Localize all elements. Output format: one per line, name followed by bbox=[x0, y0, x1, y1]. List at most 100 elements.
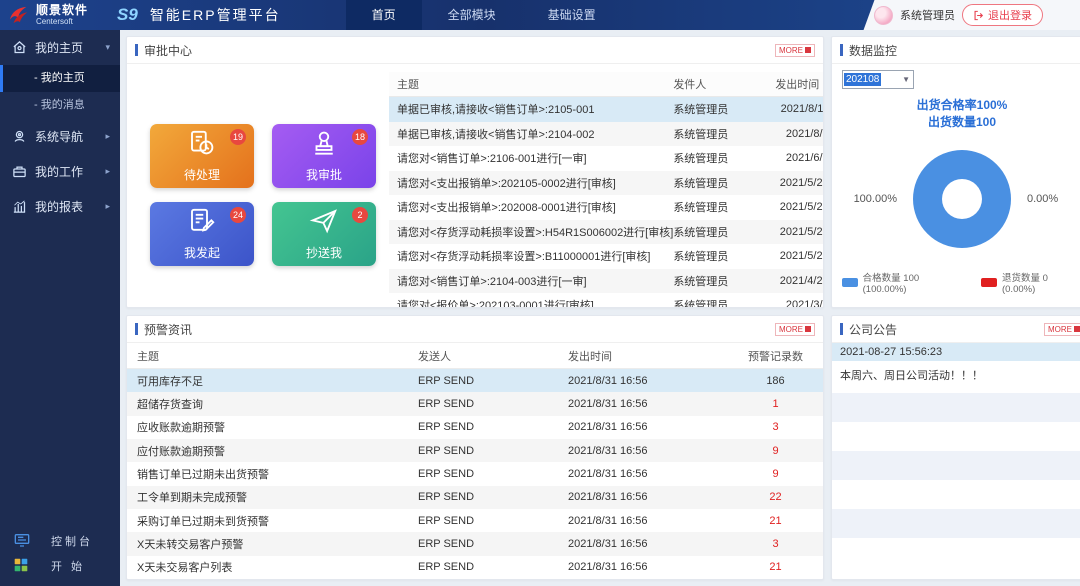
approval-tile-我发起[interactable]: 我发起 24 bbox=[150, 201, 254, 266]
sidebar-footer-item[interactable]: 控制台 bbox=[0, 528, 120, 553]
approval-table: 主题 发件人 发出时间 单据已审核,请接收<销售订单>:2105-001 系统管理员 2… bbox=[389, 72, 824, 308]
approval-row[interactable]: 请您对<存货浮动耗损率设置>:H54R1S006002进行[审核] 系统管理员 20… bbox=[389, 219, 824, 244]
alert-row-sender: ERP SEND bbox=[418, 514, 475, 527]
nav-tab-1[interactable]: 首页 bbox=[345, 0, 422, 30]
alert-row-count: 21 bbox=[769, 514, 782, 527]
chart-title-line2: 出货数量100 bbox=[927, 115, 997, 130]
alert-row-subject: X天未交易客户列表 bbox=[137, 562, 233, 575]
more-icon bbox=[805, 47, 811, 53]
pending-icon bbox=[187, 128, 217, 163]
column-header: 主题 bbox=[397, 79, 419, 91]
nav-tab-3[interactable]: 基础设置 bbox=[522, 0, 622, 30]
tile-count-badge: 18 bbox=[351, 128, 368, 145]
approval-row-time: 2021/3/3 12:00 bbox=[785, 299, 823, 308]
approval-row[interactable]: 单据已审核,请接收<销售订单>:2105-001 系统管理员 2021/8/14 1… bbox=[389, 97, 823, 122]
alerts-more-link[interactable]: MORE bbox=[775, 322, 815, 336]
sidebar-footer: 控制台开 始 bbox=[0, 528, 120, 578]
sidebar-subitem[interactable]: - 我的主页 bbox=[0, 65, 120, 92]
approval-tile-抄送我[interactable]: 抄送我 2 bbox=[272, 201, 376, 266]
alert-row-sender: ERP SEND bbox=[418, 397, 475, 410]
chevron-down-icon: ▾ bbox=[105, 42, 110, 52]
sidebar-footer-item[interactable]: 开 始 bbox=[0, 553, 120, 578]
empty-row bbox=[832, 480, 1080, 509]
sidebar-item[interactable]: 系统导航 ▸ bbox=[0, 119, 120, 154]
column-header: 主题 bbox=[137, 350, 159, 363]
alert-row-time: 2021/8/31 16:56 bbox=[568, 561, 648, 574]
alert-row[interactable]: X天未转交易客户预警 ERP SEND 2021/8/31 16:56 3 bbox=[127, 532, 823, 556]
approval-table-header: 主题 发件人 发出时间 bbox=[389, 72, 823, 97]
alert-row[interactable]: 超储存货查询 ERP SEND 2021/8/31 16:56 1 bbox=[127, 392, 823, 416]
approval-row[interactable]: 请您对<支出报销单>:202105-0002进行[审核] 系统管理员 2021/5/… bbox=[389, 170, 824, 195]
empty-row bbox=[832, 393, 1080, 422]
empty-row bbox=[832, 451, 1080, 480]
start-icon bbox=[14, 558, 29, 573]
chart-legend: 合格数量 100 (100.00%) 退货数量 0 (0.00%) bbox=[842, 266, 1080, 301]
approval-row[interactable]: 请您对<报价单>:202103-0001进行[审核] 系统管理员 2021/3/3 … bbox=[389, 293, 823, 308]
approval-row-time: 2021/5/21 16:13 bbox=[779, 225, 824, 238]
sidebar-item[interactable]: 我的工作 ▸ bbox=[0, 154, 120, 189]
approval-row-sender: 系统管理员 bbox=[673, 226, 729, 239]
sidebar-item-label: 我的主页 bbox=[35, 41, 84, 55]
alert-row[interactable]: 工令单到期未完成预警 ERP SEND 2021/8/31 16:56 22 bbox=[127, 485, 823, 509]
approval-row[interactable]: 请您对<销售订单>:2106-001进行[一审] 系统管理员 2021/6/5 14… bbox=[389, 146, 823, 171]
approval-row-subject: 请您对<存货浮动耗损率设置>:B11000001进行[审核] bbox=[397, 251, 651, 264]
alert-row[interactable]: 采购订单已过期未到货预警 ERP SEND 2021/8/31 16:56 21 bbox=[127, 509, 823, 532]
approval-tile-待处理[interactable]: 待处理 19 bbox=[150, 123, 254, 188]
approval-row-sender: 系统管理员 bbox=[673, 251, 729, 264]
sidebar-item-label: 我的报表 bbox=[35, 200, 84, 214]
chart-title: 出货合格率100% 出货数量100 bbox=[842, 97, 1080, 132]
alert-row-subject: 采购订单已过期未到货预警 bbox=[137, 515, 269, 528]
alert-row-count: 3 bbox=[772, 537, 779, 550]
sidebar-subitem[interactable]: - 我的消息 bbox=[0, 92, 120, 119]
column-header: 发出时间 bbox=[775, 79, 820, 91]
monitor-panel-title: 数据监控 bbox=[849, 43, 898, 58]
alert-row[interactable]: 销售订单已过期未出货预警 ERP SEND 2021/8/31 16:56 9 bbox=[127, 462, 823, 485]
approval-row[interactable]: 单据已审核,请接收<销售订单>:2104-002 系统管理员 2021/8/5 16… bbox=[389, 121, 823, 146]
approval-row-subject: 请您对<销售订单>:2106-001进行[一审] bbox=[397, 153, 587, 166]
period-selected-value: 202108 bbox=[844, 73, 882, 86]
send-icon bbox=[309, 206, 339, 241]
alert-row[interactable]: X天未交易客户列表 ERP SEND 2021/8/31 16:56 21 bbox=[127, 556, 823, 579]
alert-row-time: 2021/8/31 16:56 bbox=[568, 491, 648, 504]
announcement-date[interactable]: 2021-08-27 15:56:23 bbox=[832, 343, 1080, 361]
more-label: MORE bbox=[779, 324, 803, 334]
alert-row-time: 2021/8/31 16:56 bbox=[568, 374, 648, 387]
alert-row-sender: ERP SEND bbox=[418, 491, 475, 504]
approval-tiles: 待处理 19 我审批 18 我发起 24 抄送我 2 bbox=[137, 72, 389, 307]
approval-more-link[interactable]: MORE bbox=[775, 43, 815, 57]
approval-tile-我审批[interactable]: 我审批 18 bbox=[272, 123, 376, 188]
alert-row[interactable]: 应收账款逾期预警 ERP SEND 2021/8/31 16:56 3 bbox=[127, 416, 823, 439]
tile-label: 待处理 bbox=[183, 168, 220, 183]
alert-row[interactable]: 应付账款逾期预警 ERP SEND 2021/8/31 16:56 9 bbox=[127, 438, 823, 463]
approval-row[interactable]: 请您对<支出报销单>:202008-0001进行[审核] 系统管理员 2021/5/… bbox=[389, 195, 823, 220]
logo-text-cn: 顺景软件 bbox=[36, 3, 89, 17]
alert-row[interactable]: 可用库存不足 ERP SEND 2021/8/31 16:56 186 bbox=[127, 369, 823, 393]
alert-row-subject: X天未转交易客户预警 bbox=[137, 538, 244, 551]
approval-row[interactable]: 请您对<存货浮动耗损率设置>:B11000001进行[审核] 系统管理员 2021/… bbox=[389, 244, 823, 269]
stamp-icon bbox=[309, 128, 339, 163]
user-avatar[interactable] bbox=[874, 5, 893, 25]
approval-row-time: 2021/5/22 17:41 bbox=[779, 176, 824, 189]
sidebar: 我的主页 ▾ - 我的主页 - 我的消息 系统导航 ▸ 我的工作 ▸ 我的报表 ▸ 控制台开 始 bbox=[0, 30, 120, 586]
more-label: MORE bbox=[779, 45, 803, 55]
chevron-right-icon: ▸ bbox=[105, 166, 110, 176]
alert-row-time: 2021/8/31 16:56 bbox=[568, 397, 648, 410]
alert-row-count: 9 bbox=[772, 444, 779, 457]
tile-count-badge: 2 bbox=[352, 206, 368, 223]
sidebar-item[interactable]: 我的主页 ▾ bbox=[0, 30, 120, 65]
empty-row bbox=[832, 422, 1080, 451]
period-select[interactable]: 202108 ▼ bbox=[842, 70, 914, 89]
approval-row-subject: 请您对<支出报销单>:202008-0001进行[审核] bbox=[397, 202, 616, 215]
empty-row bbox=[832, 509, 1080, 538]
sidebar-footer-label: 控制台 bbox=[51, 535, 93, 548]
column-header: 发送人 bbox=[418, 350, 451, 363]
alert-row-count: 22 bbox=[769, 491, 782, 504]
approval-row[interactable]: 请您对<销售订单>:2104-003进行[一审] 系统管理员 2021/4/23 1… bbox=[389, 268, 823, 293]
donut-ring bbox=[913, 149, 1011, 248]
nav-tab-2[interactable]: 全部模块 bbox=[422, 0, 522, 30]
tile-count-badge: 19 bbox=[229, 128, 246, 145]
sidebar-item[interactable]: 我的报表 ▸ bbox=[0, 189, 120, 224]
announcement-more-link[interactable]: MORE bbox=[1044, 322, 1080, 336]
logout-button[interactable]: 退出登录 bbox=[962, 4, 1043, 26]
tile-label: 抄送我 bbox=[305, 246, 342, 261]
